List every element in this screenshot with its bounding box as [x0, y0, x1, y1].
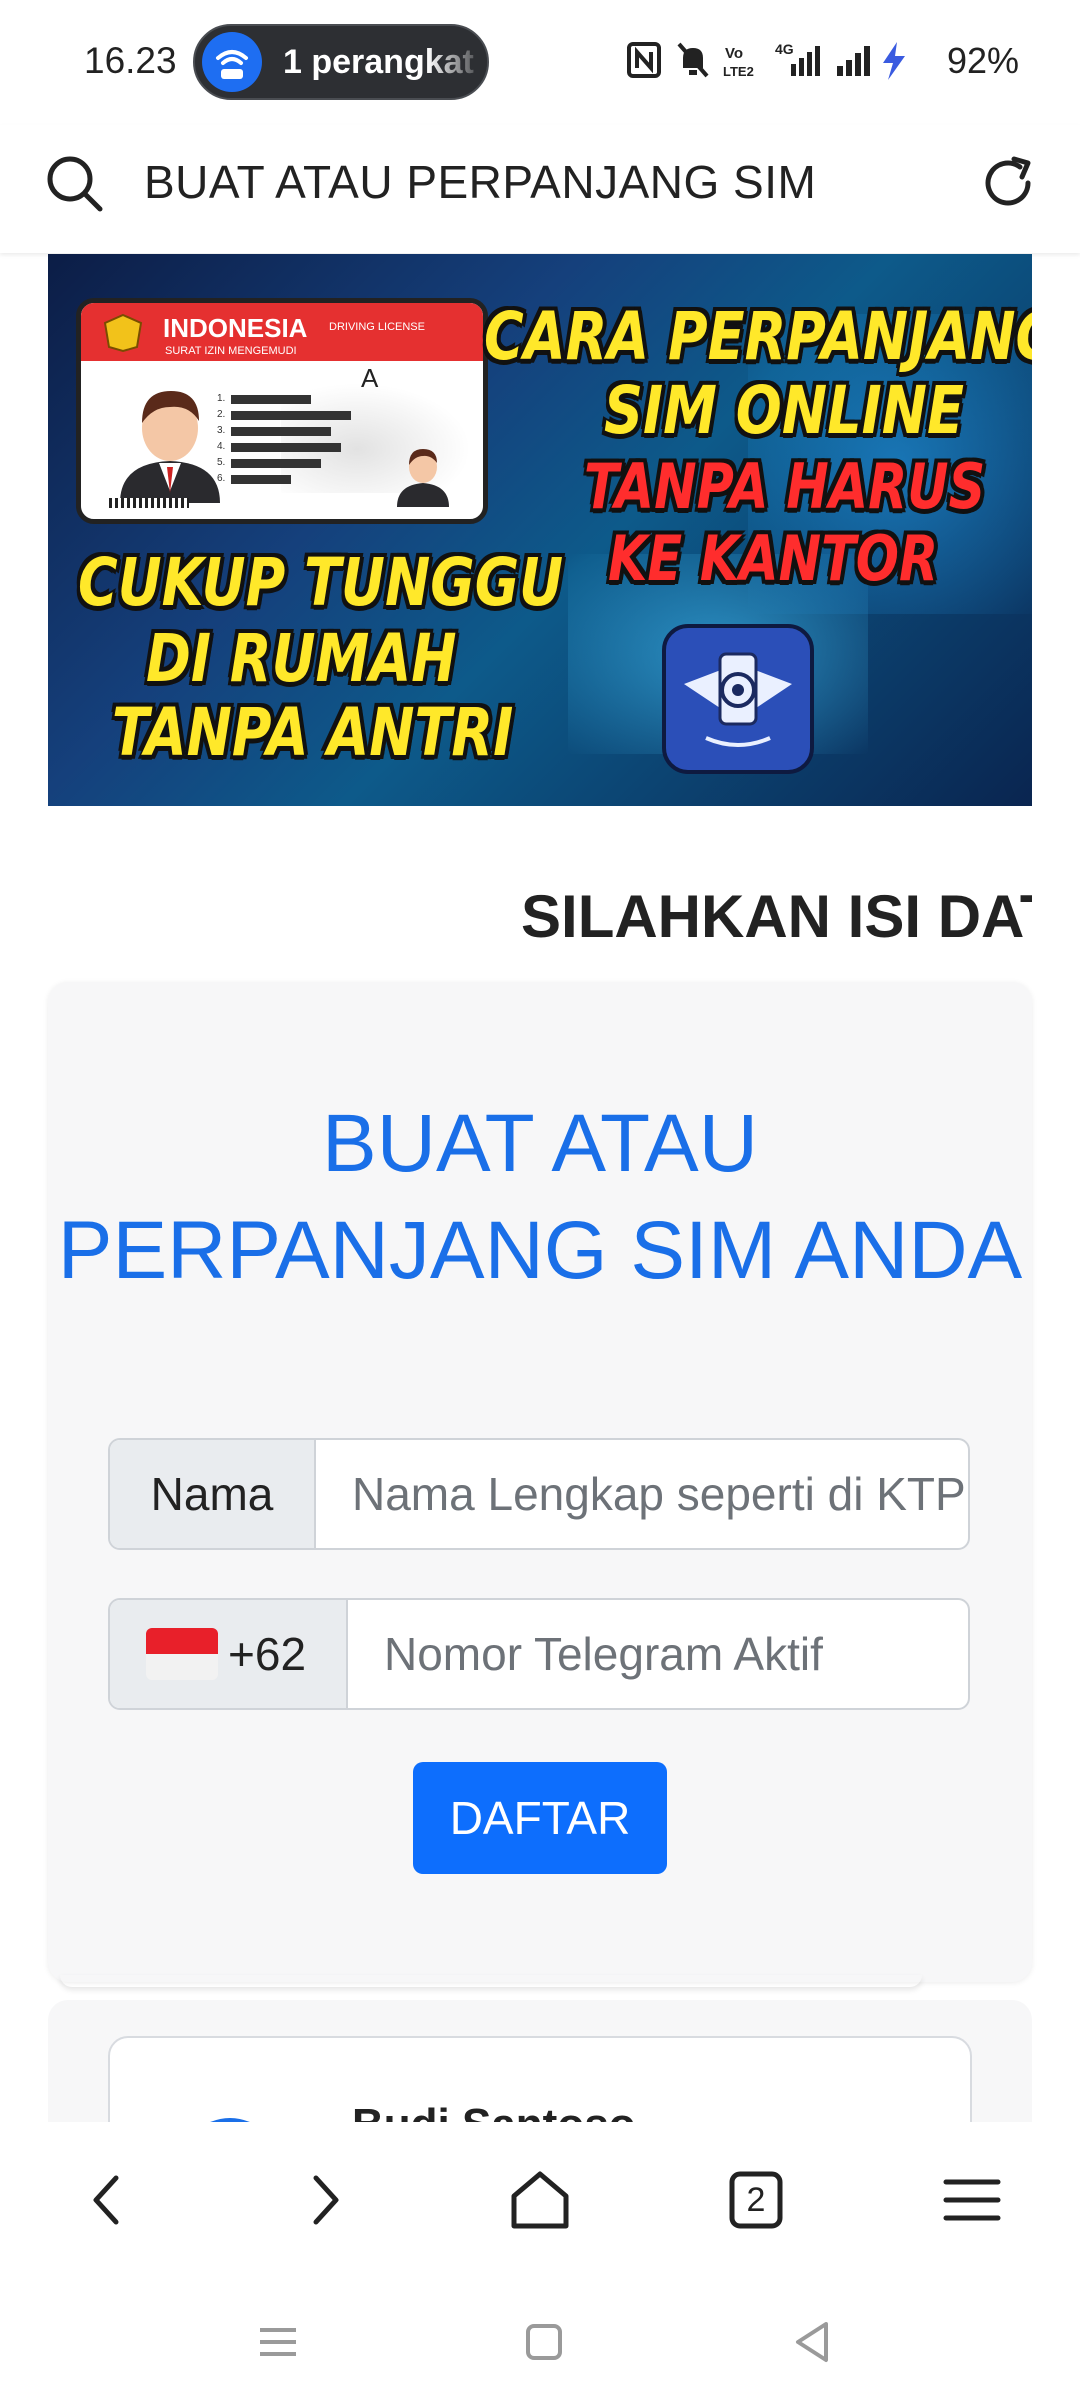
browser-bottom-nav: 2 [0, 2122, 1080, 2400]
name-label: Nama [110, 1440, 316, 1548]
volte-icon: Vo LTE2 [723, 45, 754, 79]
form-title: BUAT ATAU PERPANJANG SIM ANDA [57, 1098, 1023, 1296]
status-icons: Vo LTE2 4G [625, 38, 935, 82]
license-subtitle: SURAT IZIN MENGEMUDI [165, 345, 297, 357]
phone-input-group: +62 [108, 1598, 970, 1710]
indonesia-flag-icon [146, 1628, 218, 1680]
license-card-illustration: INDONESIA DRIVING LICENSE SURAT IZIN MEN… [76, 298, 488, 524]
name-input[interactable] [316, 1440, 968, 1548]
daftar-button[interactable]: DAFTAR [413, 1762, 667, 1874]
banner-headline-3: TANPA HARUS [584, 450, 986, 523]
nfc-icon [627, 42, 661, 78]
license-type: DRIVING LICENSE [329, 321, 425, 333]
back-icon[interactable] [68, 2160, 148, 2240]
battery-percent: 92% [947, 40, 1020, 81]
banner-headline-2: SIM ONLINE [604, 372, 965, 449]
banner-headline-4: KE KANTOR [608, 522, 939, 595]
svg-text:4G: 4G [775, 41, 794, 57]
mute-icon [677, 42, 709, 78]
back-triangle-icon[interactable] [782, 2312, 842, 2372]
small-photo-icon [397, 449, 449, 507]
banner-left-3: TANPA ANTRI [112, 694, 514, 771]
marquee-text: SILAHKAN ISI DATA [521, 883, 1032, 950]
svg-text:LTE2: LTE2 [723, 64, 754, 79]
banner-left-2: DI RUMAH [146, 620, 457, 697]
marquee: SILAHKAN ISI DATA [0, 870, 1032, 960]
status-bar: 16.23 1 perangkat Vo LTE2 4G 92% [0, 0, 1080, 125]
promo-banner: INDONESIA DRIVING LICENSE SURAT IZIN MEN… [48, 254, 1032, 806]
banner-headline-1: CARA PERPANJANGAN [484, 298, 1032, 375]
search-icon[interactable] [42, 151, 106, 215]
menu-icon[interactable] [932, 2160, 1012, 2240]
signal-icon [837, 46, 870, 76]
recent-apps-icon[interactable] [248, 2312, 308, 2372]
name-input-group: Nama [108, 1438, 970, 1550]
registration-card: BUAT ATAU PERPANJANG SIM ANDA Nama +62 D… [48, 982, 1032, 1982]
status-time: 16.23 [84, 40, 177, 81]
hotspot-icon [202, 32, 262, 92]
police-emblem-icon [662, 624, 814, 774]
tabs-icon[interactable]: 2 [716, 2160, 796, 2240]
home-square-icon[interactable] [514, 2312, 574, 2372]
phone-input[interactable] [348, 1600, 968, 1708]
forward-icon[interactable] [284, 2160, 364, 2240]
license-class: A [361, 363, 379, 393]
address-bar: BUAT ATAU PERPANJANG SIM [0, 125, 1080, 253]
svg-text:Vo: Vo [725, 45, 743, 62]
page-title[interactable]: BUAT ATAU PERPANJANG SIM [144, 155, 816, 209]
country-code-selector[interactable]: +62 [110, 1600, 348, 1708]
home-icon[interactable] [500, 2160, 580, 2240]
4g-signal-icon: 4G [775, 41, 820, 76]
tab-count: 2 [746, 2181, 766, 2219]
license-country: INDONESIA [163, 313, 308, 343]
hotspot-pill[interactable]: 1 perangkat [193, 24, 489, 100]
police-badge-icon [103, 313, 143, 353]
reload-icon[interactable] [976, 151, 1040, 215]
charging-icon [883, 42, 905, 80]
person-photo-icon [120, 391, 220, 503]
banner-left-1: CUKUP TUNGGU [78, 544, 564, 621]
country-code: +62 [228, 1628, 307, 1680]
